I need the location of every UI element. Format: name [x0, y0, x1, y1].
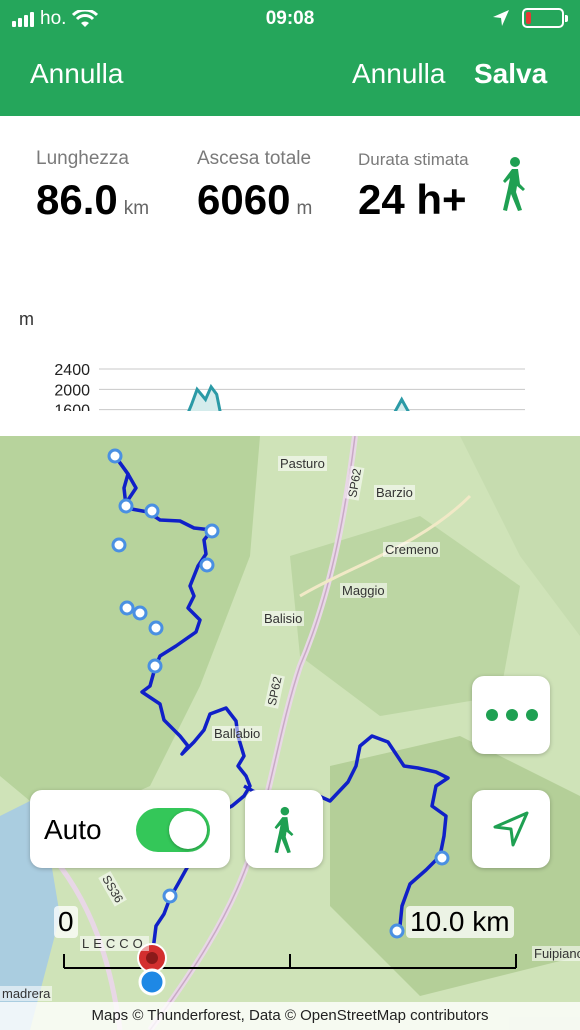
cancel-button-left[interactable]: Annulla: [30, 58, 123, 90]
place-pasturo: Pasturo: [278, 456, 327, 471]
length-label: Lunghezza: [36, 148, 129, 169]
place-ballabio: Ballabio: [212, 726, 263, 741]
elevation-chart: 24002000160012008004000 010203040506070k…: [19, 309, 525, 411]
y-tick-label: 2400: [54, 362, 90, 379]
place-fuipiano: Fuipiano: [532, 946, 580, 961]
more-icon: [486, 709, 538, 721]
length-number: 86.0: [36, 176, 118, 223]
ascent-value: 6060 m: [197, 176, 312, 224]
location-services-icon: [493, 10, 509, 26]
auto-toggle-panel: Auto: [30, 790, 230, 868]
top-bar: ho. 09:08 Annulla Annulla Salva: [0, 0, 580, 116]
duration-label: Durata stimata: [358, 150, 469, 169]
place-cremeno: Cremeno: [383, 542, 441, 557]
walking-mode-button[interactable]: [245, 790, 323, 868]
elevation-line: [187, 383, 410, 411]
walker-icon[interactable]: [498, 156, 530, 212]
auto-label: Auto: [44, 814, 102, 845]
more-options-button[interactable]: [472, 676, 550, 754]
battery-icon: [522, 8, 568, 28]
scale-label-end: 10.0 km: [406, 906, 514, 938]
length-unit: km: [123, 198, 150, 219]
scale-label-start: 0: [54, 906, 78, 938]
y-axis-label: m: [19, 309, 34, 329]
auto-toggle[interactable]: [136, 808, 210, 852]
route-stats-panel: Lunghezza 86.0 km Ascesa totale 6060 m Dur…: [0, 116, 580, 436]
location-arrow-icon: [493, 811, 529, 847]
place-lecco: LECCO: [80, 936, 149, 951]
duration-value: 24 h+: [358, 176, 467, 223]
place-maggio: Maggio: [340, 583, 387, 598]
save-button[interactable]: Salva: [474, 58, 547, 90]
place-barzio: Barzio: [374, 485, 415, 500]
elevation-area: [188, 386, 409, 411]
ascent-number: 6060: [197, 176, 291, 223]
locate-me-button[interactable]: [472, 790, 550, 868]
cancel-button-right[interactable]: Annulla: [352, 58, 445, 90]
length-value: 86.0 km: [36, 176, 149, 224]
ascent-unit: m: [296, 198, 313, 219]
current-location-dot: [138, 968, 166, 996]
y-tick-label: 2000: [54, 382, 90, 399]
ascent-label: Ascesa totale: [197, 148, 312, 169]
place-madrera: madrera: [0, 986, 53, 1001]
y-tick-label: 1600: [54, 403, 90, 411]
map-credits: Maps © Thunderforest, Data © OpenStreetM…: [0, 1002, 580, 1030]
walker-icon: [274, 806, 294, 854]
place-balisio: Balisio: [262, 611, 305, 626]
status-bar: ho. 09:08: [0, 0, 580, 38]
